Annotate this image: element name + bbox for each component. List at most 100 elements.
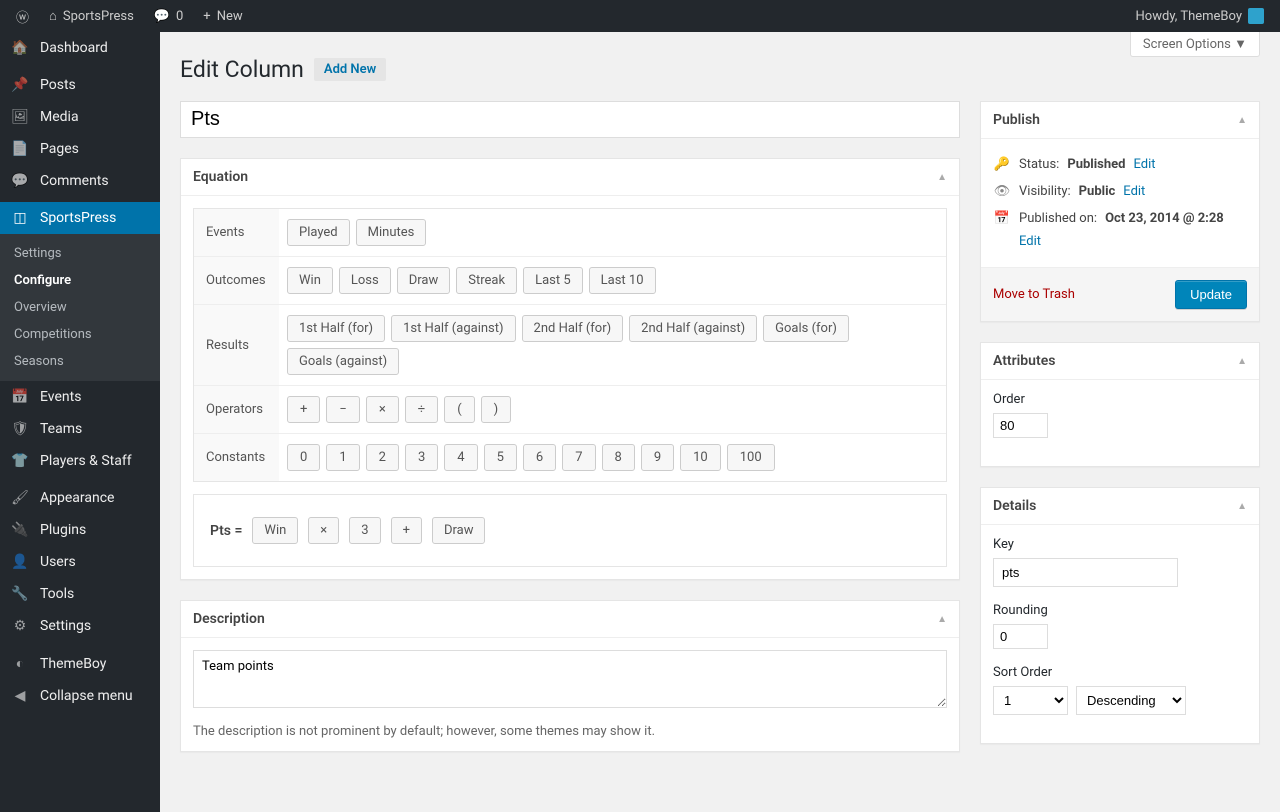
chip[interactable]: +: [287, 396, 320, 423]
chip[interactable]: 9: [641, 444, 674, 471]
rounding-input[interactable]: [993, 624, 1048, 649]
add-new-button[interactable]: Add New: [314, 58, 386, 81]
status-row: 🔑 Status: Published Edit: [993, 151, 1247, 178]
chip[interactable]: 10: [680, 444, 721, 471]
chip[interactable]: 0: [287, 444, 320, 471]
description-textarea[interactable]: [193, 650, 947, 708]
new-content[interactable]: +New: [195, 0, 250, 32]
chip[interactable]: Streak: [456, 267, 517, 294]
menu-sportspress[interactable]: ◫SportsPress: [0, 202, 160, 234]
chip[interactable]: Win: [287, 267, 333, 294]
toggle-icon[interactable]: ▲: [1237, 115, 1247, 126]
chip[interactable]: Draw: [432, 517, 486, 544]
menu-themeboy[interactable]: ◐ ThemeBoy: [0, 647, 160, 680]
published-edit-link[interactable]: Edit: [993, 234, 1247, 249]
menu-comments[interactable]: 💬Comments: [0, 165, 160, 197]
visibility-row: 👁 Visibility: Public Edit: [993, 178, 1247, 205]
comment-icon: 💬: [154, 9, 170, 24]
key-input[interactable]: [993, 558, 1178, 587]
status-edit-link[interactable]: Edit: [1133, 157, 1155, 172]
toggle-icon[interactable]: ▲: [937, 614, 947, 625]
row-label: Events: [194, 209, 279, 256]
screen-options-toggle[interactable]: Screen Options ▼: [1130, 32, 1260, 57]
chip[interactable]: Goals (for): [763, 315, 849, 342]
menu-players-staff[interactable]: 👕Players & Staff: [0, 445, 160, 477]
menu-settings[interactable]: ⚙Settings: [0, 610, 160, 642]
menu-users[interactable]: 👤Users: [0, 546, 160, 578]
chip[interactable]: 1st Half (against): [391, 315, 515, 342]
menu-appearance[interactable]: 🖌Appearance: [0, 482, 160, 514]
menu-dashboard[interactable]: 🏠Dashboard: [0, 32, 160, 64]
menu-events[interactable]: 📅Events: [0, 381, 160, 413]
menu-plugins[interactable]: 🔌Plugins: [0, 514, 160, 546]
chip[interactable]: Played: [287, 219, 350, 246]
howdy-account[interactable]: Howdy, ThemeBoy: [1128, 0, 1272, 32]
sub-settings[interactable]: Settings: [0, 240, 160, 267]
attributes-heading[interactable]: Attributes▲: [981, 343, 1259, 380]
wordpress-icon: ⓦ: [16, 7, 29, 26]
chip[interactable]: ×: [308, 517, 339, 544]
chip[interactable]: 1st Half (for): [287, 315, 385, 342]
status-value: Published: [1067, 157, 1125, 172]
details-heading[interactable]: Details▲: [981, 488, 1259, 525]
chip[interactable]: 8: [602, 444, 635, 471]
menu-label: Media: [40, 109, 79, 125]
chip[interactable]: 100: [727, 444, 775, 471]
screen-options-label: Screen Options: [1143, 37, 1231, 52]
menu-tools[interactable]: 🔧Tools: [0, 578, 160, 610]
themeboy-icon: ◐: [10, 655, 30, 672]
comments-bubble[interactable]: 💬0: [146, 0, 192, 32]
chip[interactable]: Minutes: [356, 219, 427, 246]
menu-label: ThemeBoy: [40, 656, 106, 672]
collapse-menu[interactable]: ◀Collapse menu: [0, 680, 160, 712]
toggle-icon[interactable]: ▲: [1237, 501, 1247, 512]
chip[interactable]: ): [481, 396, 512, 423]
chip[interactable]: Win: [252, 517, 298, 544]
site-name[interactable]: ⌂SportsPress: [41, 0, 142, 32]
chip[interactable]: Last 10: [589, 267, 656, 294]
menu-media[interactable]: 🖼Media: [0, 101, 160, 133]
chip[interactable]: Loss: [339, 267, 391, 294]
equation-heading[interactable]: Equation▲: [181, 159, 959, 196]
publish-heading[interactable]: Publish▲: [981, 102, 1259, 139]
chip[interactable]: 2nd Half (for): [522, 315, 624, 342]
description-box: Description▲ The description is not prom…: [180, 600, 960, 752]
plug-icon: 🔌: [10, 522, 30, 538]
page-title-text: Edit Column: [180, 56, 304, 83]
chip[interactable]: 2: [366, 444, 399, 471]
description-heading[interactable]: Description▲: [181, 601, 959, 638]
chip[interactable]: 3: [349, 517, 380, 544]
wp-logo[interactable]: ⓦ: [8, 0, 37, 32]
chip[interactable]: (: [444, 396, 474, 423]
chip[interactable]: 3: [405, 444, 438, 471]
chip[interactable]: 6: [523, 444, 556, 471]
chip[interactable]: Last 5: [523, 267, 583, 294]
menu-posts[interactable]: 📌Posts: [0, 69, 160, 101]
toggle-icon[interactable]: ▲: [1237, 356, 1247, 367]
chip[interactable]: 7: [562, 444, 595, 471]
column-title-input[interactable]: [180, 101, 960, 138]
chip[interactable]: 4: [444, 444, 477, 471]
sub-overview[interactable]: Overview: [0, 294, 160, 321]
chip[interactable]: ÷: [405, 396, 438, 423]
menu-pages[interactable]: 📄Pages: [0, 133, 160, 165]
sub-seasons[interactable]: Seasons: [0, 348, 160, 375]
sub-competitions[interactable]: Competitions: [0, 321, 160, 348]
chip[interactable]: Goals (against): [287, 348, 399, 375]
sub-configure[interactable]: Configure: [0, 267, 160, 294]
chip[interactable]: +: [391, 517, 422, 544]
sort-num-select[interactable]: 1: [993, 686, 1068, 715]
chip[interactable]: −: [326, 396, 359, 423]
sort-dir-select[interactable]: Descending: [1076, 686, 1186, 715]
chip[interactable]: ×: [366, 396, 399, 423]
update-button[interactable]: Update: [1175, 280, 1247, 309]
move-to-trash-link[interactable]: Move to Trash: [993, 287, 1075, 302]
chip[interactable]: 2nd Half (against): [629, 315, 757, 342]
order-input[interactable]: [993, 413, 1048, 438]
chip[interactable]: 1: [326, 444, 359, 471]
toggle-icon[interactable]: ▲: [937, 172, 947, 183]
chip[interactable]: 5: [484, 444, 517, 471]
visibility-edit-link[interactable]: Edit: [1123, 184, 1145, 199]
menu-teams[interactable]: 🛡Teams: [0, 413, 160, 445]
chip[interactable]: Draw: [397, 267, 451, 294]
